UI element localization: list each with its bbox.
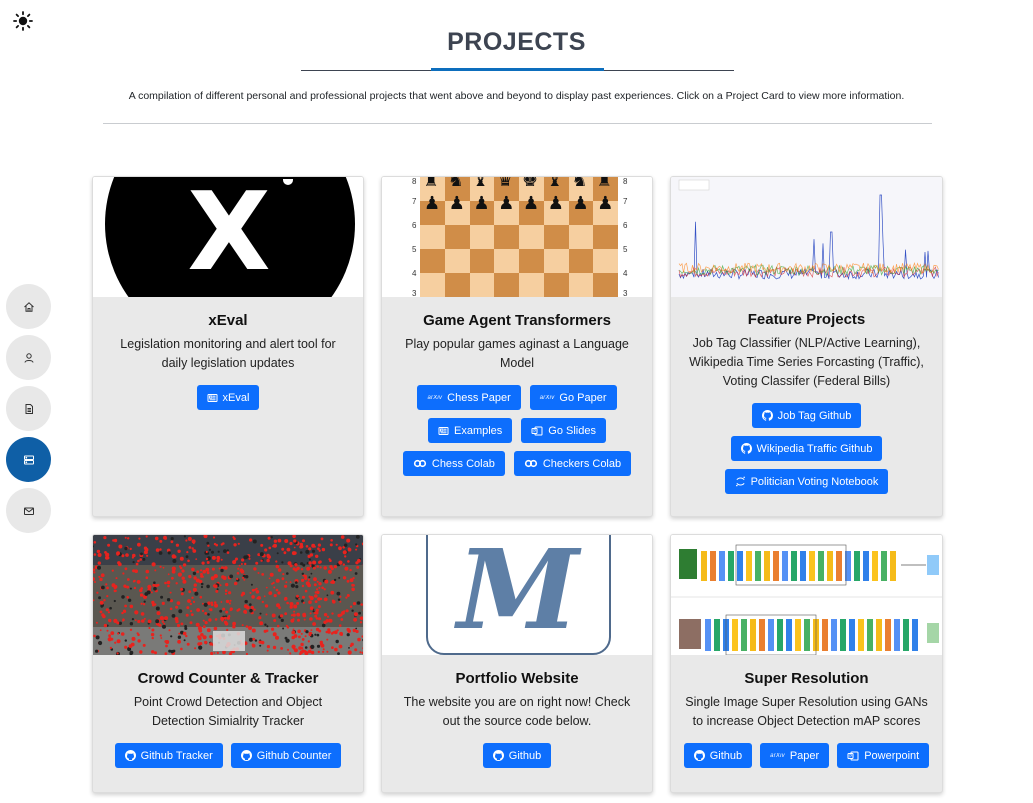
card-title: xEval: [208, 312, 248, 329]
project-card-super-resolution[interactable]: Super Resolution Single Image Super Reso…: [670, 534, 943, 793]
super-resolution-powerpoint-button[interactable]: P Powerpoint: [837, 743, 930, 768]
card-title: Game Agent Transformers: [423, 312, 611, 329]
nav-contact-button[interactable]: [6, 488, 51, 533]
portfolio-github-button[interactable]: Github: [482, 743, 552, 768]
card-title: Portfolio Website: [455, 670, 579, 687]
github-icon: [240, 750, 252, 761]
svg-text:P: P: [849, 753, 852, 759]
xeval-logo-image: X: [93, 177, 363, 297]
github-icon: [761, 410, 773, 421]
github-icon: [740, 443, 752, 454]
card-description: Single Image Super Resolution using GANs…: [685, 695, 928, 728]
card-description: Play popular games aginast a Language Mo…: [405, 337, 629, 370]
go-paper-button[interactable]: arXiv Go Paper: [529, 385, 617, 410]
politician-voting-notebook-button[interactable]: Politician Voting Notebook: [724, 469, 889, 494]
title-divider-accent: [431, 68, 604, 71]
card-title: Super Resolution: [744, 670, 869, 687]
github-icon: [492, 750, 504, 761]
github-icon: [124, 750, 136, 761]
card-description: Point Crowd Detection and Object Detecti…: [133, 695, 323, 728]
project-card-crowd-counter[interactable]: Crowd Counter & Tracker Point Crowd Dete…: [92, 534, 364, 793]
chess-board-image: 8 7 6 5 4 3 8 7 6 5 4 3 ♜ ♞ ♝ ♛ ♚ ♝ ♞ ♜ ♟ ♟ ♟ ♟ ♟ ♟ ♟ ♟: [382, 177, 652, 297]
newspaper-icon: [438, 426, 449, 436]
page-title: PROJECTS: [447, 28, 586, 56]
project-card-xeval[interactable]: X xEval Legislation monitoring and alert…: [92, 176, 364, 517]
arxiv-icon: arXiv: [770, 752, 785, 759]
slides-icon: P: [847, 751, 859, 761]
svg-text:P: P: [533, 428, 536, 434]
github-icon: [693, 750, 705, 761]
project-card-feature-projects[interactable]: Feature Projects Job Tag Classifier (NLP…: [670, 176, 943, 517]
card-description: The website you are on right now! Check …: [403, 695, 631, 728]
chess-paper-button[interactable]: arXiv Chess Paper: [417, 385, 521, 410]
checkers-colab-button[interactable]: Checkers Colab: [513, 451, 632, 476]
crowd-detection-image: [93, 535, 363, 655]
nav-home-button[interactable]: [6, 284, 51, 329]
xeval-button[interactable]: xEval: [196, 385, 260, 410]
subtitle-divider: [103, 123, 932, 124]
arxiv-icon: arXiv: [427, 394, 443, 401]
go-slides-button[interactable]: P Go Slides: [521, 418, 606, 443]
gan-architecture-diagram-image: [671, 535, 942, 655]
super-resolution-github-button[interactable]: Github: [683, 743, 753, 768]
project-card-game-agent-transformers[interactable]: 8 7 6 5 4 3 8 7 6 5 4 3 ♜ ♞ ♝ ♛ ♚ ♝ ♞ ♜ ♟ ♟ ♟ ♟ ♟ ♟ ♟ ♟…: [381, 176, 653, 517]
time-series-chart-image: [671, 177, 942, 297]
mail-icon: [23, 507, 34, 515]
page-subtitle: A compilation of different personal and …: [128, 90, 905, 102]
project-cards-grid: X xEval Legislation monitoring and alert…: [92, 176, 943, 793]
examples-button[interactable]: Examples: [428, 418, 513, 443]
portfolio-logo-image: M: [382, 535, 652, 655]
project-card-portfolio-website[interactable]: M Portfolio Website The website you are …: [381, 534, 653, 793]
super-resolution-paper-button[interactable]: arXiv Paper: [760, 743, 830, 768]
colab-icon: [413, 459, 427, 468]
user-icon: [24, 352, 33, 363]
newspaper-icon: [207, 393, 218, 403]
wikipedia-traffic-github-button[interactable]: Wikipedia Traffic Github: [730, 436, 883, 461]
card-title: Feature Projects: [747, 311, 866, 328]
card-title: Crowd Counter & Tracker: [137, 670, 319, 687]
home-icon: [23, 301, 34, 312]
m-logo: M: [457, 535, 579, 654]
nav-projects-button[interactable]: [6, 437, 51, 482]
server-icon: [23, 455, 34, 464]
nav-resume-button[interactable]: [6, 386, 51, 431]
colab-icon: [524, 459, 538, 468]
job-tag-github-button[interactable]: Job Tag Github: [751, 403, 862, 428]
jupyter-icon: [735, 476, 746, 487]
chess-colab-button[interactable]: Chess Colab: [402, 451, 505, 476]
side-nav: [6, 284, 51, 533]
github-counter-button[interactable]: Github Counter: [230, 743, 342, 768]
projects-header: PROJECTS A compilation of different pers…: [0, 28, 1033, 124]
slides-icon: P: [531, 426, 543, 436]
arxiv-icon: arXiv: [539, 394, 555, 401]
nav-about-button[interactable]: [6, 335, 51, 380]
document-icon: [25, 403, 33, 414]
card-description: Job Tag Classifier (NLP/Active Learning)…: [689, 336, 924, 388]
card-description: Legislation monitoring and alert tool fo…: [120, 337, 336, 370]
github-tracker-button[interactable]: Github Tracker: [114, 743, 223, 768]
